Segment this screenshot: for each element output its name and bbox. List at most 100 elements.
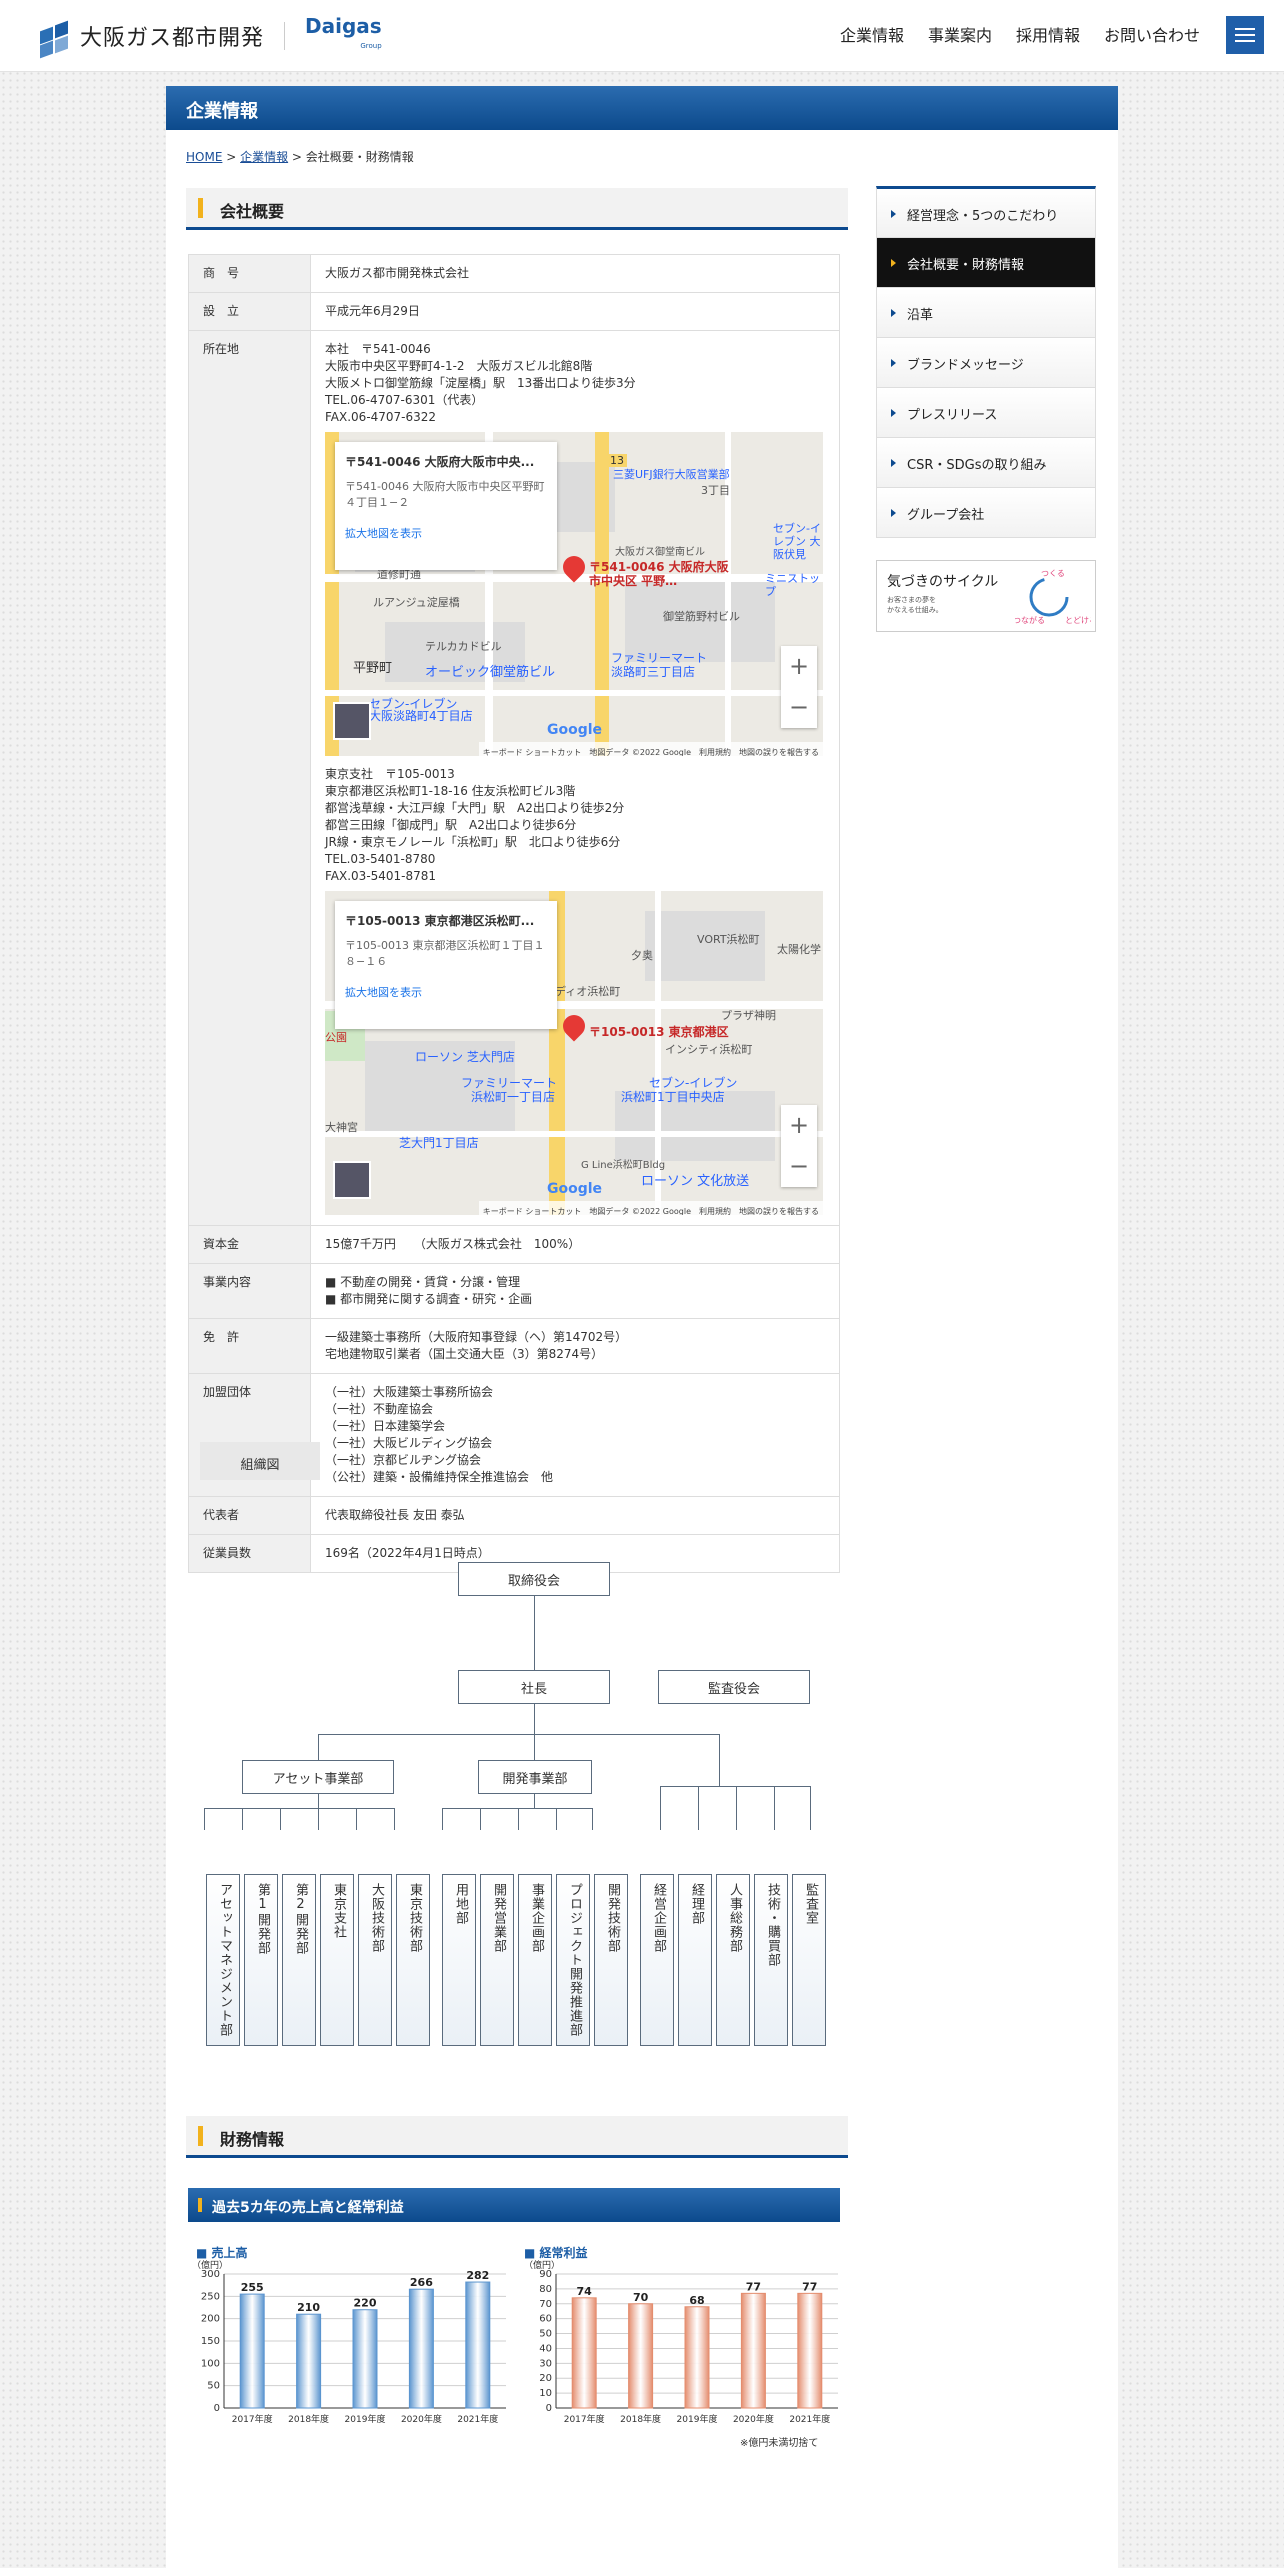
org-dept: 東京技術部 xyxy=(396,1874,430,2046)
main-content: 企業情報 HOME > 企業情報 > 会社概要・財務情報 会社概要 商 号大阪ガ… xyxy=(166,86,1118,2568)
org-dept: プロジェクト開発推進部 xyxy=(556,1874,590,2046)
svg-text:とどける: とどける xyxy=(1065,616,1091,625)
cycle-icon: つくる つながる とどける xyxy=(1015,569,1091,625)
y-tick-label: 0 xyxy=(214,2403,220,2414)
y-tick-label: 80 xyxy=(539,2284,552,2295)
org-president: 社長 xyxy=(458,1670,610,1704)
nav-recruit[interactable]: 採用情報 xyxy=(1016,22,1080,46)
y-tick-label: 300 xyxy=(201,2269,220,2280)
x-tick-label: 2020年度 xyxy=(733,2413,774,2425)
bar xyxy=(408,2288,434,2409)
logo-mark-icon xyxy=(40,20,70,59)
logo-text: 大阪ガス都市開発 xyxy=(80,26,265,51)
y-tick-label: 0 xyxy=(546,2403,552,2414)
sidebar-item-history[interactable]: 沿革 xyxy=(876,288,1096,338)
x-tick-label: 2018年度 xyxy=(288,2413,329,2425)
bar xyxy=(296,2313,322,2409)
bar xyxy=(465,2281,491,2409)
bar xyxy=(352,2309,378,2409)
finance-chart-heading: 過去5カ年の売上高と経常利益 xyxy=(188,2188,840,2222)
nav-business[interactable]: 事業案内 xyxy=(928,22,992,46)
y-tick-label: 50 xyxy=(207,2381,220,2392)
org-dept: 東京支社 xyxy=(320,1874,354,2046)
sidebar-item-press[interactable]: プレスリリース xyxy=(876,388,1096,438)
org-dept: 事業企画部 xyxy=(518,1874,552,2046)
data-label: 70 xyxy=(633,2291,649,2304)
org-dept: 第2開発部 xyxy=(282,1874,316,2046)
sidebar-item-csr[interactable]: CSR・SDGsの取り組み xyxy=(876,438,1096,488)
bar xyxy=(571,2297,597,2409)
y-tick-label: 20 xyxy=(539,2373,552,2384)
org-dept: 経理部 xyxy=(678,1874,712,2046)
data-label: 77 xyxy=(802,2280,817,2293)
bar xyxy=(239,2293,265,2409)
y-tick-label: 60 xyxy=(539,2314,552,2325)
hamburger-menu-button[interactable] xyxy=(1226,16,1264,54)
x-tick-label: 2019年度 xyxy=(345,2413,386,2425)
banner-title: 気づきのサイクル xyxy=(887,574,999,590)
x-tick-label: 2018年度 xyxy=(620,2413,661,2425)
org-dept: 監査室 xyxy=(792,1874,826,2046)
org-chart-label: 組織図 xyxy=(200,1442,320,1480)
sidebar-item-brand[interactable]: ブランドメッセージ xyxy=(876,338,1096,388)
svg-text:つながる: つながる xyxy=(1015,615,1045,625)
data-label: 282 xyxy=(466,2269,489,2282)
site-header: 大阪ガス都市開発 Daigas Group 企業情報 事業案内 採用情報 お問い合… xyxy=(0,0,1284,72)
org-dept: 用地部 xyxy=(442,1874,476,2046)
x-tick-label: 2020年度 xyxy=(401,2413,442,2425)
svg-text:つくる: つくる xyxy=(1041,569,1065,578)
x-tick-label: 2021年度 xyxy=(457,2413,498,2425)
cycle-banner[interactable]: 気づきのサイクル お客さまの夢をかなえる仕組み。 つくる つながる とどける xyxy=(876,560,1096,632)
logo-divider xyxy=(284,22,286,50)
daigas-logo: Daigas Group xyxy=(305,14,382,50)
org-board: 取締役会 xyxy=(458,1562,610,1596)
bar xyxy=(740,2292,766,2409)
org-dept: アセットマネジメント部 xyxy=(206,1874,240,2046)
sidebar-item-group[interactable]: グループ会社 xyxy=(876,488,1096,538)
org-dept: 第1開発部 xyxy=(244,1874,278,2046)
data-label: 255 xyxy=(241,2281,264,2294)
org-dept: 大阪技術部 xyxy=(358,1874,392,2046)
org-dept: 人事総務部 xyxy=(716,1874,750,2046)
data-label: 74 xyxy=(577,2285,593,2298)
x-tick-label: 2017年度 xyxy=(564,2413,605,2425)
data-label: 77 xyxy=(746,2280,761,2293)
y-tick-label: 250 xyxy=(201,2291,220,2302)
y-tick-label: 90 xyxy=(539,2269,552,2280)
company-logo[interactable]: 大阪ガス都市開発 Daigas Group xyxy=(40,16,382,59)
x-tick-label: 2019年度 xyxy=(677,2413,718,2425)
nav-corporate[interactable]: 企業情報 xyxy=(840,22,904,46)
sales-chart: （億円）0501001502002503002552017年度2102018年度… xyxy=(192,2259,506,2425)
profit-chart: （億円）0102030405060708090742017年度702018年度6… xyxy=(524,2259,838,2425)
data-label: 210 xyxy=(297,2301,320,2314)
y-tick-label: 50 xyxy=(539,2329,552,2340)
x-tick-label: 2021年度 xyxy=(789,2413,830,2425)
finance-heading: 財務情報 xyxy=(186,2116,848,2158)
data-label: 68 xyxy=(689,2294,704,2307)
y-tick-label: 40 xyxy=(539,2343,552,2354)
sidebar-nav: 経営理念・5つのこだわり 会社概要・財務情報 沿革 ブランドメッセージ プレスリ… xyxy=(876,186,1096,538)
org-dept: 経営企画部 xyxy=(640,1874,674,2046)
org-auditor: 監査役会 xyxy=(658,1670,810,1704)
y-tick-label: 10 xyxy=(539,2388,552,2399)
y-tick-label: 100 xyxy=(201,2358,220,2369)
org-dept: 開発技術部 xyxy=(594,1874,628,2046)
y-tick-label: 70 xyxy=(539,2299,552,2310)
data-label: 220 xyxy=(354,2297,377,2310)
bar xyxy=(797,2292,823,2409)
sidebar-item-philosophy[interactable]: 経営理念・5つのこだわり xyxy=(876,186,1096,238)
bar xyxy=(684,2306,710,2409)
org-dept: 開発営業部 xyxy=(480,1874,514,2046)
global-nav: 企業情報 事業案内 採用情報 お問い合わせ xyxy=(840,22,1200,46)
x-tick-label: 2017年度 xyxy=(232,2413,273,2425)
finance-note: ※億円未満切捨て xyxy=(740,2438,819,2449)
org-development-division: 開発事業部 xyxy=(478,1760,592,1794)
bar xyxy=(628,2303,654,2409)
y-tick-label: 200 xyxy=(201,2314,220,2325)
sidebar-item-overview[interactable]: 会社概要・財務情報 xyxy=(876,238,1096,288)
org-dept: 技術・購買部 xyxy=(754,1874,788,2046)
y-tick-label: 150 xyxy=(201,2336,220,2347)
nav-contact[interactable]: お問い合わせ xyxy=(1104,22,1200,46)
org-asset-division: アセット事業部 xyxy=(242,1760,394,1794)
y-tick-label: 30 xyxy=(539,2358,552,2369)
